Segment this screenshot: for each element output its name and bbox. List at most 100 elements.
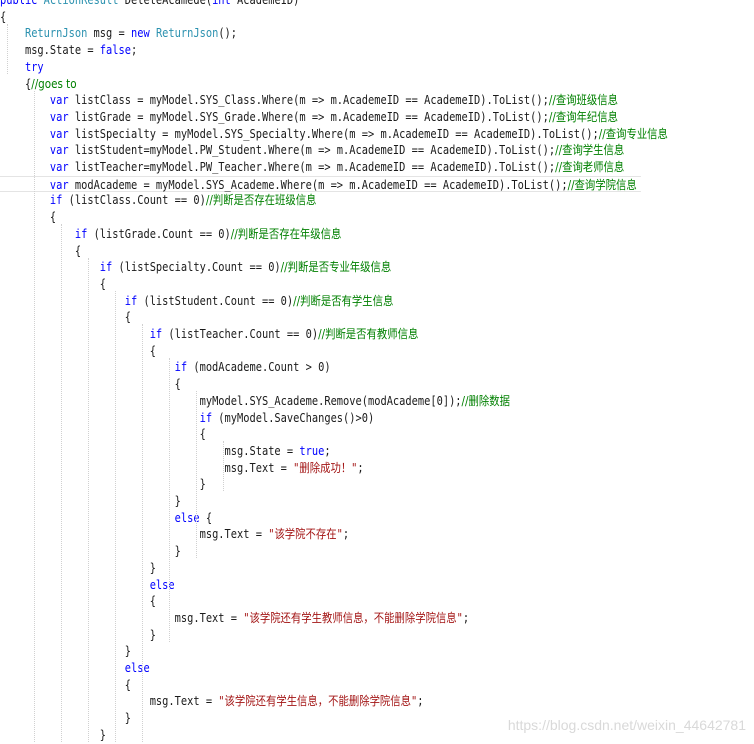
code-keyword: var (49, 109, 75, 124)
code-line[interactable]: myModel.SYS_Academe.Remove(modAcademe[0]… (0, 393, 641, 410)
code-text: modAcademe = myModel.SYS_Academe.Where(m… (74, 177, 568, 192)
indent-guide (61, 224, 62, 742)
code-line[interactable]: msg.Text = "该学院还有学生教师信息，不能删除学院信息"; (0, 610, 641, 627)
code-comment: //判断是否专业年级信息 (280, 260, 392, 275)
code-line[interactable]: msg.Text = "该学院不存在"; (0, 526, 641, 543)
code-line[interactable]: { (0, 426, 641, 443)
code-comment: //删除数据 (461, 393, 510, 408)
code-comment: //判断是否存在班级信息 (205, 193, 317, 208)
code-editor[interactable]: public ActionResult DeleteAcamede(int Ac… (0, 0, 754, 742)
code-text: listClass = myModel.SYS_Class.Where(m =>… (74, 93, 549, 108)
code-text: DeleteAcamede( (124, 0, 213, 7)
code-line[interactable]: {//goes to (0, 76, 641, 93)
code-keyword: if (74, 226, 94, 241)
indent-guide (7, 23, 8, 74)
indent-guide (196, 391, 197, 559)
code-comment: //查询年纪信息 (548, 109, 619, 124)
code-line[interactable]: { (0, 309, 641, 326)
code-line[interactable]: ReturnJson msg = new ReturnJson(); (0, 25, 641, 42)
code-line[interactable]: { (0, 209, 641, 226)
code-keyword: var (49, 160, 75, 174)
code-line[interactable]: msg.Text = "该学院还有学生信息，不能删除学院信息"; (0, 693, 641, 710)
code-line[interactable]: { (0, 593, 641, 610)
code-line[interactable]: msg.State = true; (0, 443, 641, 460)
code-line[interactable]: if (listGrade.Count == 0)//判断是否存在年级信息 (0, 226, 641, 243)
code-text: msg.Text = (224, 460, 294, 475)
code-line[interactable]: { (0, 9, 641, 26)
code-keyword: int (212, 0, 238, 7)
code-comment: //查询班级信息 (548, 93, 619, 108)
code-line[interactable]: if (listClass.Count == 0)//判断是否存在班级信息 (0, 192, 641, 209)
code-text: ; (324, 443, 331, 458)
code-line[interactable]: var modAcademe = myModel.SYS_Academe.Whe… (0, 175, 641, 193)
code-line[interactable]: var listStudent=myModel.PW_Student.Where… (0, 142, 641, 159)
code-text: listTeacher=myModel.PW_Teacher.Where(m =… (74, 160, 556, 174)
code-line[interactable]: } (0, 643, 641, 660)
indent-guide (34, 90, 35, 742)
code-keyword: var (49, 126, 75, 141)
code-line[interactable]: { (0, 677, 641, 694)
code-line[interactable]: { (0, 276, 641, 293)
code-line[interactable]: msg.State = false; (0, 42, 641, 59)
code-comment: //判断是否有教师信息 (318, 327, 419, 341)
code-comment: //goes to (31, 76, 77, 91)
code-line[interactable]: } (0, 493, 641, 510)
code-line[interactable]: } (0, 543, 641, 560)
code-line[interactable]: else (0, 660, 641, 677)
code-line[interactable]: } (0, 476, 641, 493)
code-text: (listStudent.Count == 0) (143, 293, 294, 308)
indent-guide (223, 441, 224, 492)
code-line[interactable]: { (0, 243, 641, 260)
code-line[interactable]: var listSpecialty = myModel.SYS_Specialt… (0, 126, 668, 143)
code-line[interactable]: else { (0, 510, 641, 527)
code-keyword: if (174, 360, 194, 375)
code-line[interactable]: if (modAcademe.Count > 0) (0, 359, 641, 376)
code-text: ; (462, 610, 470, 625)
indent-guide (88, 257, 89, 742)
code-comment: //查询专业信息 (598, 126, 668, 141)
code-line[interactable]: var listClass = myModel.SYS_Class.Where(… (0, 92, 641, 109)
indent-guide (115, 290, 116, 742)
code-keyword: false (99, 43, 131, 58)
code-line[interactable]: public ActionResult DeleteAcamede(int Ac… (0, 0, 641, 9)
code-line[interactable]: else (0, 577, 641, 594)
code-text: { (205, 510, 213, 525)
code-text: msg.Text = (199, 527, 269, 542)
code-text: } (124, 644, 131, 659)
code-comment: //判断是否存在年级信息 (230, 226, 342, 241)
code-line[interactable]: if (listStudent.Count == 0)//判断是否有学生信息 (0, 293, 641, 310)
code-text: { (49, 210, 57, 225)
code-line[interactable]: msg.Text = "删除成功！"; (0, 460, 641, 477)
code-line[interactable]: } (0, 627, 641, 644)
code-line[interactable]: if (listTeacher.Count == 0)//判断是否有教师信息 (0, 326, 641, 343)
code-keyword: if (149, 327, 169, 341)
code-keyword: var (49, 143, 75, 158)
indent-guide (169, 357, 170, 642)
code-keyword: if (49, 193, 69, 208)
code-line[interactable]: var listGrade = myModel.SYS_Grade.Where(… (0, 109, 641, 126)
code-line[interactable]: { (0, 376, 641, 393)
watermark: https://blog.csdn.net/weixin_44642781 (507, 717, 746, 733)
code-line[interactable]: if (myModel.SaveChanges()>0) (0, 410, 641, 427)
code-text: } (149, 560, 156, 575)
code-line[interactable]: if (listSpecialty.Count == 0)//判断是否专业年级信… (0, 259, 641, 276)
code-line[interactable]: } (0, 560, 641, 577)
code-comment: //查询学院信息 (567, 177, 637, 192)
code-line[interactable]: try (0, 59, 641, 76)
code-text: ; (417, 694, 424, 709)
code-line[interactable]: { (0, 343, 641, 360)
code-line[interactable]: var listTeacher=myModel.PW_Teacher.Where… (0, 159, 641, 176)
